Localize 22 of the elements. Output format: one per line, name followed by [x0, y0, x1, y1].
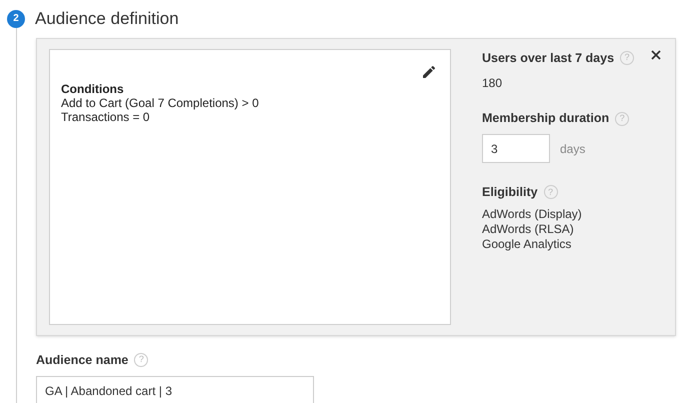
membership-label: Membership duration [482, 110, 610, 128]
condition-text: Transactions = 0 [61, 110, 151, 124]
users-count: 180 [482, 75, 504, 92]
eligibility-item: AdWords (Display) [482, 206, 583, 222]
pencil-icon[interactable] [421, 64, 437, 80]
eligibility-item: AdWords (RLSA) [482, 222, 575, 237]
audience-name-field[interactable]: GA | Abandoned cart | 3 [36, 376, 314, 403]
help-icon[interactable]: ? [620, 50, 634, 65]
close-icon[interactable] [651, 50, 661, 60]
users-label: Users over last 7 days [482, 50, 614, 67]
duration-field[interactable]: 3 [482, 134, 550, 163]
audience-name-label: Audience name [36, 352, 128, 368]
help-icon[interactable]: ? [134, 352, 148, 367]
help-icon[interactable]: ? [615, 112, 630, 126]
step-number: 2 [7, 10, 25, 28]
section-title: Audience definition [35, 8, 179, 30]
help-icon[interactable]: ? [544, 185, 558, 200]
eligibility-item: Google Analytics [482, 236, 572, 252]
condition-text: Add to Cart (Goal 7 Completions) > 0 [61, 96, 260, 110]
eligibility-label: Eligibility [482, 184, 538, 201]
conditions-heading: Conditions [61, 82, 125, 96]
days-unit: days [560, 140, 586, 158]
